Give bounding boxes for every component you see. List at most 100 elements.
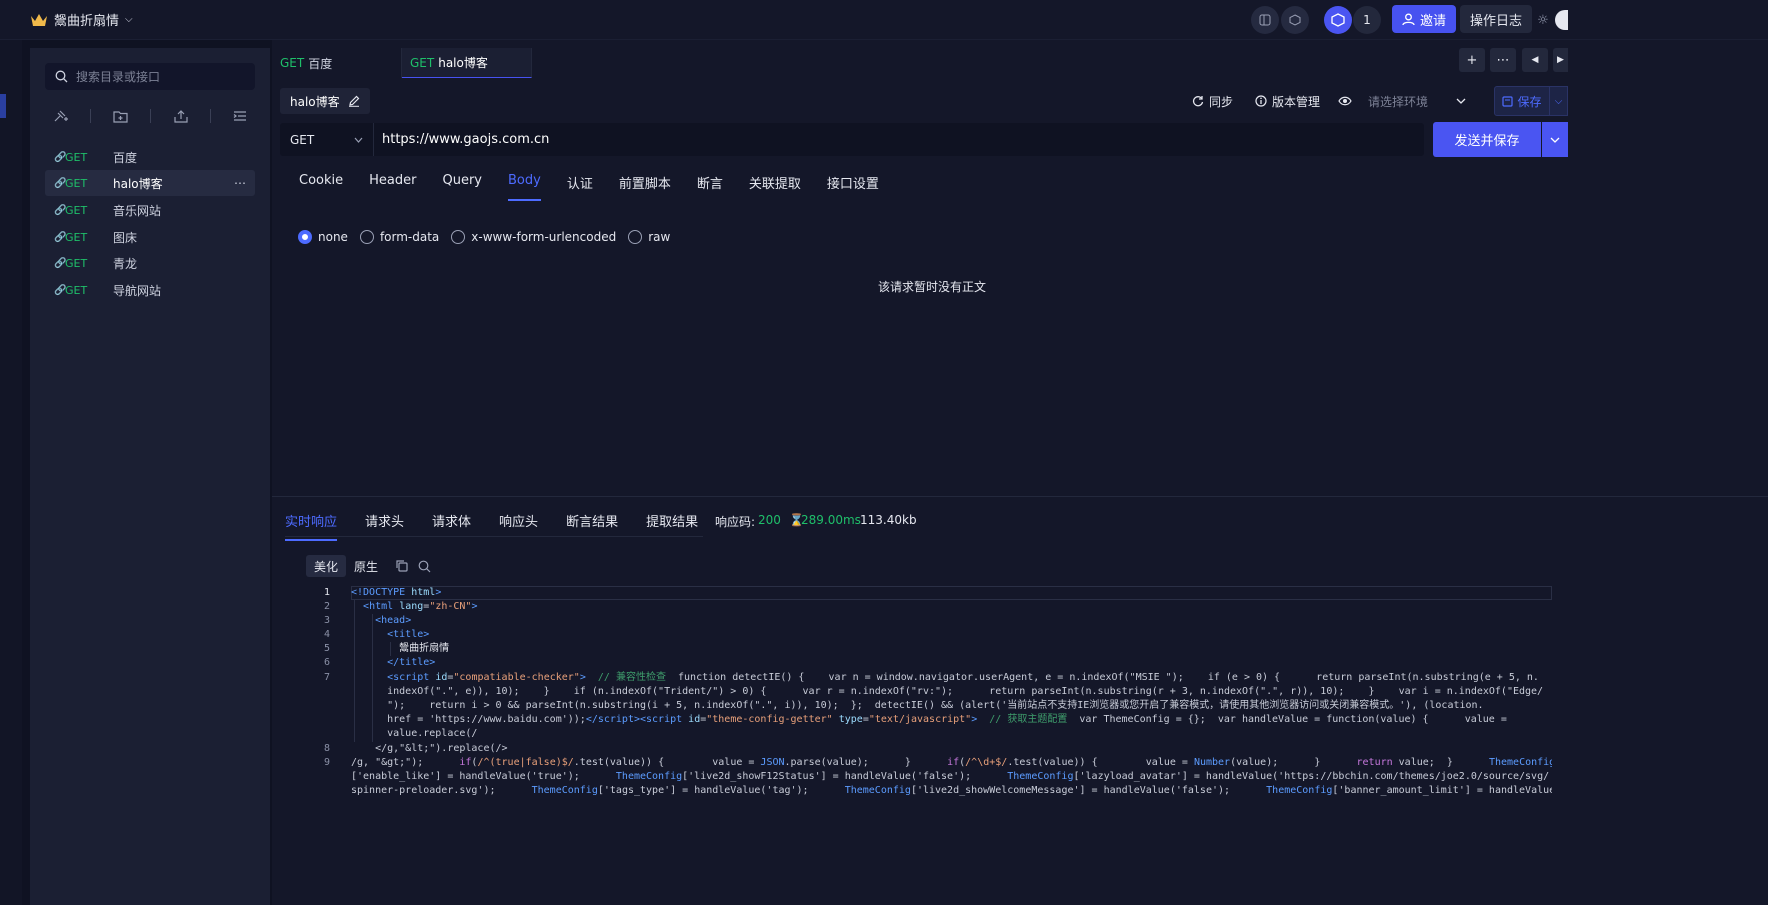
panel-divider[interactable] [272, 496, 1768, 497]
import-button[interactable] [174, 109, 188, 123]
save-button[interactable]: 保存 [1494, 86, 1550, 116]
env-view-button[interactable] [1338, 88, 1352, 114]
sync-button[interactable]: 同步 [1192, 88, 1233, 114]
radio-checked-icon [298, 230, 312, 244]
edit-icon[interactable] [348, 95, 360, 107]
moon-icon [1555, 10, 1568, 30]
sync-label: 同步 [1209, 94, 1234, 109]
invite-button[interactable]: 邀请 [1392, 5, 1457, 33]
tab-method: GET [410, 55, 435, 70]
code-line: 鬶曲折扇情 [399, 643, 450, 654]
sidebar-item-image-host[interactable]: 🔗 GET 图床 [45, 224, 255, 250]
add-api-button[interactable] [45, 109, 68, 123]
response-time: 289.00ms [801, 513, 861, 527]
method-badge: GET [65, 230, 88, 244]
layout-icon [1251, 6, 1279, 34]
empty-body-message: 该请求暂时没有正文 [878, 280, 987, 294]
copy-icon[interactable] [396, 560, 408, 572]
search-box[interactable]: 搜索目录或接口 [45, 63, 255, 90]
request-config-tabs: Cookie Header Query Body 认证 前置脚本 断言 关联提取… [299, 173, 905, 201]
layout-icon-button[interactable] [1251, 5, 1279, 35]
cube-icon [1281, 6, 1309, 34]
tab-prev-button[interactable]: ◀ [1522, 48, 1548, 72]
sidebar-toolbar [45, 106, 255, 126]
left-rail [0, 40, 22, 905]
response-code-view[interactable]: 1 2 3 4 5 6 7 8 9 <!DOCTYPE html> <html … [306, 586, 1552, 905]
theme-light-button[interactable]: ☼ [1533, 5, 1553, 35]
sidebar-item-music[interactable]: 🔗 GET 音乐网站 [45, 197, 255, 223]
radio-none[interactable]: none [298, 230, 348, 244]
new-folder-button[interactable] [113, 110, 128, 123]
line-number: 3 [323, 615, 330, 626]
method-value: GET [290, 132, 315, 147]
tab-realtime-response[interactable]: 实时响应 [285, 511, 338, 541]
workspace-switcher[interactable]: 鬶曲折扇情 ⌵ [30, 10, 133, 29]
sidebar-item-baidu[interactable]: 🔗 GET 百度 [45, 144, 255, 170]
member-count-value: 1 [1353, 6, 1381, 34]
tab-extract[interactable]: 关联提取 [749, 173, 801, 201]
line-number: 6 [323, 657, 330, 668]
raw-button[interactable]: 原生 [346, 555, 386, 577]
code-line: ['enable_like'] = handleValue('true'); T… [351, 771, 1550, 782]
tab-request-headers[interactable]: 请求头 [365, 511, 404, 537]
send-dropdown[interactable] [1542, 122, 1568, 157]
tab-cookie[interactable]: Cookie [299, 173, 343, 201]
radio-unchecked-icon [359, 230, 374, 244]
more-icon[interactable]: ⋯ [234, 176, 247, 190]
url-input[interactable]: https://www.gaojs.com.cn [382, 123, 549, 156]
radio-urlencoded[interactable]: x-www-form-urlencoded [451, 230, 616, 244]
tab-query[interactable]: Query [442, 173, 482, 201]
theme-dark-button[interactable] [1555, 5, 1568, 35]
beautify-button[interactable]: 美化 [306, 555, 347, 577]
operation-log-button[interactable]: 操作日志 [1460, 5, 1533, 33]
tab-pre-script[interactable]: 前置脚本 [619, 173, 671, 201]
line-number: 4 [323, 629, 330, 640]
cube-icon-button[interactable] [1281, 5, 1309, 35]
radio-unchecked-icon [451, 230, 466, 244]
workspace-name: 鬶曲折扇情 [54, 14, 120, 29]
status-code: 200 [758, 513, 781, 527]
toolbar-divider [90, 109, 92, 123]
tab-baidu[interactable]: GET 百度 [272, 48, 402, 78]
tab-assert-results[interactable]: 断言结果 [566, 511, 618, 537]
tab-header[interactable]: Header [369, 173, 416, 201]
response-tabs: 实时响应 请求头 请求体 响应头 断言结果 提取结果 [285, 511, 726, 541]
folder-plus-icon [113, 110, 128, 123]
save-dropdown[interactable]: ⌵ [1550, 86, 1568, 116]
search-input[interactable]: 搜索目录或接口 [76, 68, 160, 85]
sidebar-item-qinglong[interactable]: 🔗 GET 青龙 [45, 250, 255, 276]
tab-request-body[interactable]: 请求体 [432, 511, 471, 537]
radio-label: raw [648, 230, 671, 244]
tab-method: GET [280, 56, 305, 70]
chevron-down-icon [1550, 137, 1560, 143]
team-avatar[interactable] [1324, 5, 1352, 35]
version-button[interactable]: 版本管理 [1255, 88, 1320, 114]
tab-body[interactable]: Body [507, 173, 541, 201]
member-count[interactable]: 1 [1353, 5, 1381, 35]
code-line: <head> [375, 615, 412, 626]
link-icon: 🔗 [54, 284, 67, 296]
radio-form-data[interactable]: form-data [359, 230, 439, 244]
environment-select[interactable]: 请选择环境 [1360, 88, 1474, 114]
new-tab-button[interactable]: + [1459, 48, 1485, 72]
code-line: value.replace(/ [351, 728, 478, 739]
eye-icon [1338, 96, 1352, 106]
collapse-button[interactable] [233, 110, 255, 122]
search-icon[interactable] [418, 560, 431, 573]
tab-assert[interactable]: 断言 [697, 173, 723, 201]
tab-settings[interactable]: 接口设置 [827, 173, 879, 201]
tab-more-button[interactable]: ⋯ [1490, 48, 1516, 72]
tab-extract-results[interactable]: 提取结果 [646, 511, 698, 537]
tab-next-button[interactable]: ▶ [1553, 48, 1568, 72]
code-line: <script id="compatiable-checker"> // 兼容性… [387, 672, 1539, 683]
method-select[interactable]: GET [280, 123, 374, 156]
api-name: 音乐网站 [113, 203, 162, 218]
tab-auth[interactable]: 认证 [567, 173, 593, 201]
radio-raw[interactable]: raw [628, 230, 670, 244]
tab-halo[interactable]: GET halo博客 [402, 48, 532, 78]
send-and-save-button[interactable]: 发送并保存 [1433, 122, 1541, 157]
sidebar-item-nav-site[interactable]: 🔗 GET 导航网站 [45, 277, 255, 303]
tab-response-headers[interactable]: 响应头 [499, 511, 538, 537]
request-name-box[interactable]: halo博客 [280, 88, 370, 114]
sidebar-item-halo[interactable]: 🔗 GET halo博客 ⋯ [45, 170, 255, 196]
